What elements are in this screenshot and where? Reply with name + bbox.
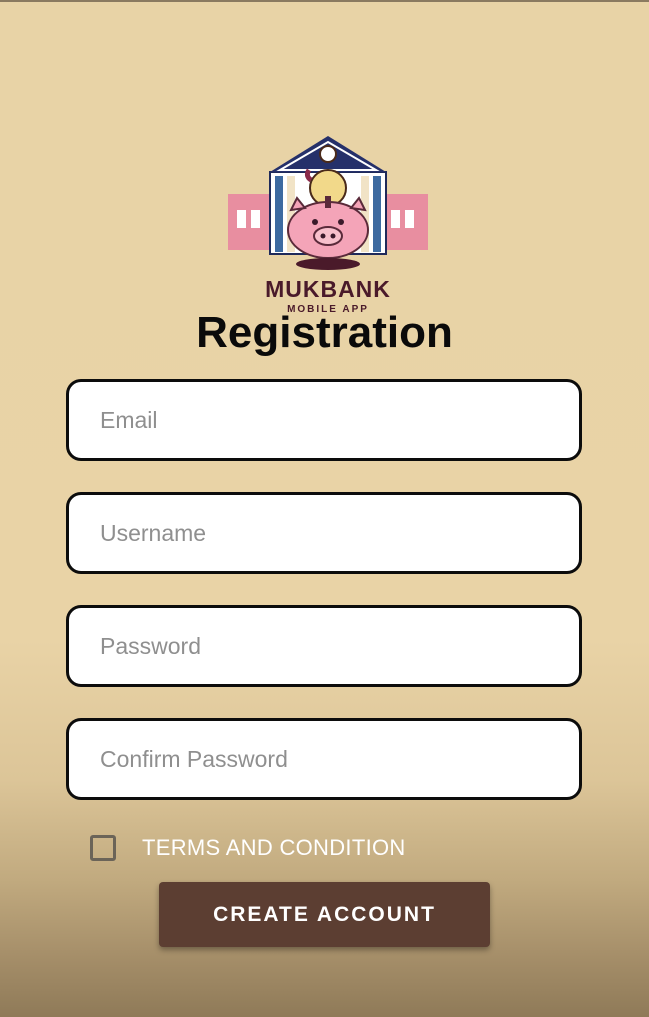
- terms-checkbox[interactable]: [90, 835, 116, 861]
- password-field[interactable]: [66, 605, 582, 687]
- mukbank-logo: MUKBANK MOBILE APP: [225, 134, 431, 318]
- confirm-password-field[interactable]: [66, 718, 582, 800]
- status-divider: [0, 0, 649, 2]
- terms-label[interactable]: TERMS AND CONDITION: [142, 835, 406, 861]
- piggy-bank-building-icon: [228, 136, 428, 270]
- username-field[interactable]: [66, 492, 582, 574]
- create-account-button[interactable]: CREATE ACCOUNT: [159, 882, 490, 947]
- terms-row[interactable]: TERMS AND CONDITION: [90, 832, 406, 864]
- logo-brand-text: MUKBANK: [265, 276, 391, 302]
- email-field[interactable]: [66, 379, 582, 461]
- page-title: Registration: [196, 308, 453, 357]
